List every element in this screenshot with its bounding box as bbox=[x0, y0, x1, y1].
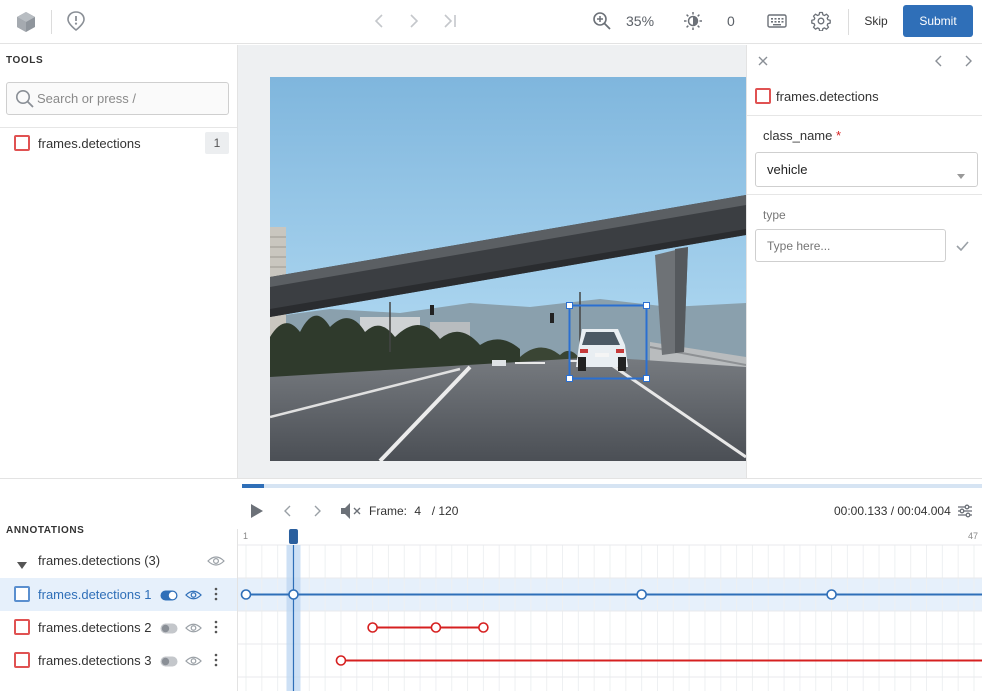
dropdown-arrow-icon bbox=[957, 167, 965, 182]
timeline-scale-end: 47 bbox=[968, 531, 978, 541]
type-field-label: type bbox=[763, 208, 786, 222]
more-options-icon[interactable] bbox=[214, 620, 218, 637]
tool-search[interactable] bbox=[6, 82, 229, 115]
keyframe-marker bbox=[240, 589, 252, 600]
last-task-icon[interactable] bbox=[440, 11, 460, 31]
video-frame-image[interactable] bbox=[270, 77, 746, 461]
tools-section-label: TOOLS bbox=[6, 55, 44, 66]
object-color-swatch bbox=[755, 88, 771, 104]
timeline-scale-start: 1 bbox=[243, 531, 248, 541]
track-label: frames.detections 1 bbox=[38, 587, 152, 602]
video-progress-bar[interactable] bbox=[242, 484, 982, 488]
image-canvas[interactable] bbox=[238, 45, 746, 478]
frame-current-input[interactable]: 4 bbox=[414, 504, 424, 518]
resize-handle bbox=[566, 302, 573, 309]
tools-panel: TOOLS frames.detections 1 bbox=[0, 45, 238, 478]
timeline-settings-icon[interactable] bbox=[956, 501, 974, 521]
interpolation-toggle-off-icon[interactable] bbox=[160, 622, 178, 637]
top-toolbar: 35% 0 Skip Submit bbox=[0, 0, 982, 44]
submit-button[interactable]: Submit bbox=[903, 5, 973, 37]
annotation-track-row[interactable]: frames.detections 3 bbox=[0, 644, 238, 677]
annotation-track-row[interactable]: frames.detections 2 bbox=[0, 611, 238, 644]
tool-item-label: frames.detections bbox=[38, 136, 141, 151]
attributes-panel: frames.detections class_name * vehicle t… bbox=[746, 45, 982, 478]
required-marker: * bbox=[836, 128, 842, 143]
search-icon bbox=[15, 89, 35, 112]
class-name-field-label: class_name * bbox=[763, 128, 841, 143]
skip-button[interactable]: Skip bbox=[856, 6, 896, 36]
keyframe-marker bbox=[430, 622, 442, 633]
divider bbox=[237, 529, 238, 691]
search-input[interactable] bbox=[37, 83, 223, 114]
object-label: frames.detections bbox=[776, 89, 879, 104]
current-frame-handle bbox=[288, 529, 298, 544]
report-issue-icon[interactable] bbox=[64, 9, 88, 33]
zoom-in-icon[interactable] bbox=[591, 10, 613, 32]
more-options-icon[interactable] bbox=[214, 587, 218, 604]
playback-time: 00:00.133 / 00:04.004 bbox=[834, 504, 951, 518]
track-visibility-eye-icon[interactable] bbox=[185, 622, 202, 637]
mute-icon[interactable] bbox=[338, 500, 364, 522]
next-frame-icon[interactable] bbox=[309, 501, 327, 521]
track-label: frames.detections 3 bbox=[38, 653, 152, 668]
app-logo-icon bbox=[14, 10, 38, 34]
divider bbox=[747, 115, 982, 116]
toolbar-divider bbox=[848, 9, 849, 35]
keyframe-marker bbox=[478, 622, 489, 633]
next-task-icon[interactable] bbox=[404, 11, 424, 31]
resize-handle bbox=[643, 375, 650, 382]
collapse-caret-icon[interactable] bbox=[17, 557, 27, 572]
previous-object-icon[interactable] bbox=[930, 53, 946, 69]
close-icon[interactable] bbox=[755, 53, 771, 69]
interpolation-toggle-on-icon[interactable] bbox=[160, 589, 178, 604]
confirm-check-icon[interactable] bbox=[953, 237, 971, 255]
tool-hotkey-badge: 1 bbox=[205, 132, 229, 154]
next-object-icon[interactable] bbox=[961, 53, 977, 69]
tool-item-frames-detections[interactable]: frames.detections 1 bbox=[0, 129, 237, 159]
divider bbox=[0, 127, 237, 128]
play-icon[interactable] bbox=[248, 501, 266, 521]
keyframe-marker bbox=[288, 589, 299, 600]
track-color-checkbox[interactable] bbox=[14, 652, 30, 668]
tool-color-checkbox[interactable] bbox=[14, 135, 30, 151]
class-name-label-text: class_name bbox=[763, 128, 833, 143]
type-input[interactable] bbox=[755, 229, 946, 262]
track-color-checkbox[interactable] bbox=[14, 619, 30, 635]
class-name-select[interactable]: vehicle bbox=[755, 152, 978, 187]
keyframe-marker bbox=[367, 622, 378, 633]
resize-handle bbox=[643, 302, 650, 309]
annotation-group-label: frames.detections (3) bbox=[38, 553, 161, 568]
track-visibility-eye-icon[interactable] bbox=[185, 589, 202, 604]
class-name-value: vehicle bbox=[767, 162, 808, 177]
timeline-panel: Frame: 4 / 120 00:00.133 / 00:04.004 ANN… bbox=[0, 478, 982, 691]
annotation-group-row[interactable]: frames.detections (3) bbox=[0, 545, 238, 577]
zoom-level: 35% bbox=[626, 13, 655, 29]
settings-gear-icon[interactable] bbox=[809, 9, 833, 33]
keyboard-shortcuts-icon[interactable] bbox=[765, 11, 789, 31]
resize-handle bbox=[566, 375, 573, 382]
track-label: frames.detections 2 bbox=[38, 620, 152, 635]
frame-total: / 120 bbox=[431, 504, 459, 518]
track-visibility-eye-icon[interactable] bbox=[185, 655, 202, 670]
track-color-checkbox[interactable] bbox=[14, 586, 30, 602]
annotations-section-label: ANNOTATIONS bbox=[6, 525, 85, 536]
annotation-timeline[interactable]: 1 47 bbox=[238, 529, 982, 691]
more-options-icon[interactable] bbox=[214, 653, 218, 670]
group-visibility-eye-icon[interactable] bbox=[207, 555, 225, 570]
frame-label: Frame: bbox=[369, 504, 408, 518]
previous-frame-icon[interactable] bbox=[278, 501, 296, 521]
frame-counter: Frame: 4 / 120 bbox=[369, 504, 458, 518]
brightness-icon[interactable] bbox=[682, 10, 704, 32]
toolbar-divider bbox=[51, 10, 52, 34]
interpolation-toggle-off-icon[interactable] bbox=[160, 655, 178, 670]
brightness-value: 0 bbox=[727, 13, 735, 29]
previous-task-icon[interactable] bbox=[369, 11, 389, 31]
keyframe-marker bbox=[826, 589, 837, 600]
annotation-track-row[interactable]: frames.detections 1 bbox=[0, 578, 238, 611]
keyframe-marker bbox=[335, 655, 347, 666]
video-progress-fill bbox=[242, 484, 265, 488]
keyframe-marker bbox=[636, 589, 647, 600]
divider bbox=[747, 194, 982, 195]
